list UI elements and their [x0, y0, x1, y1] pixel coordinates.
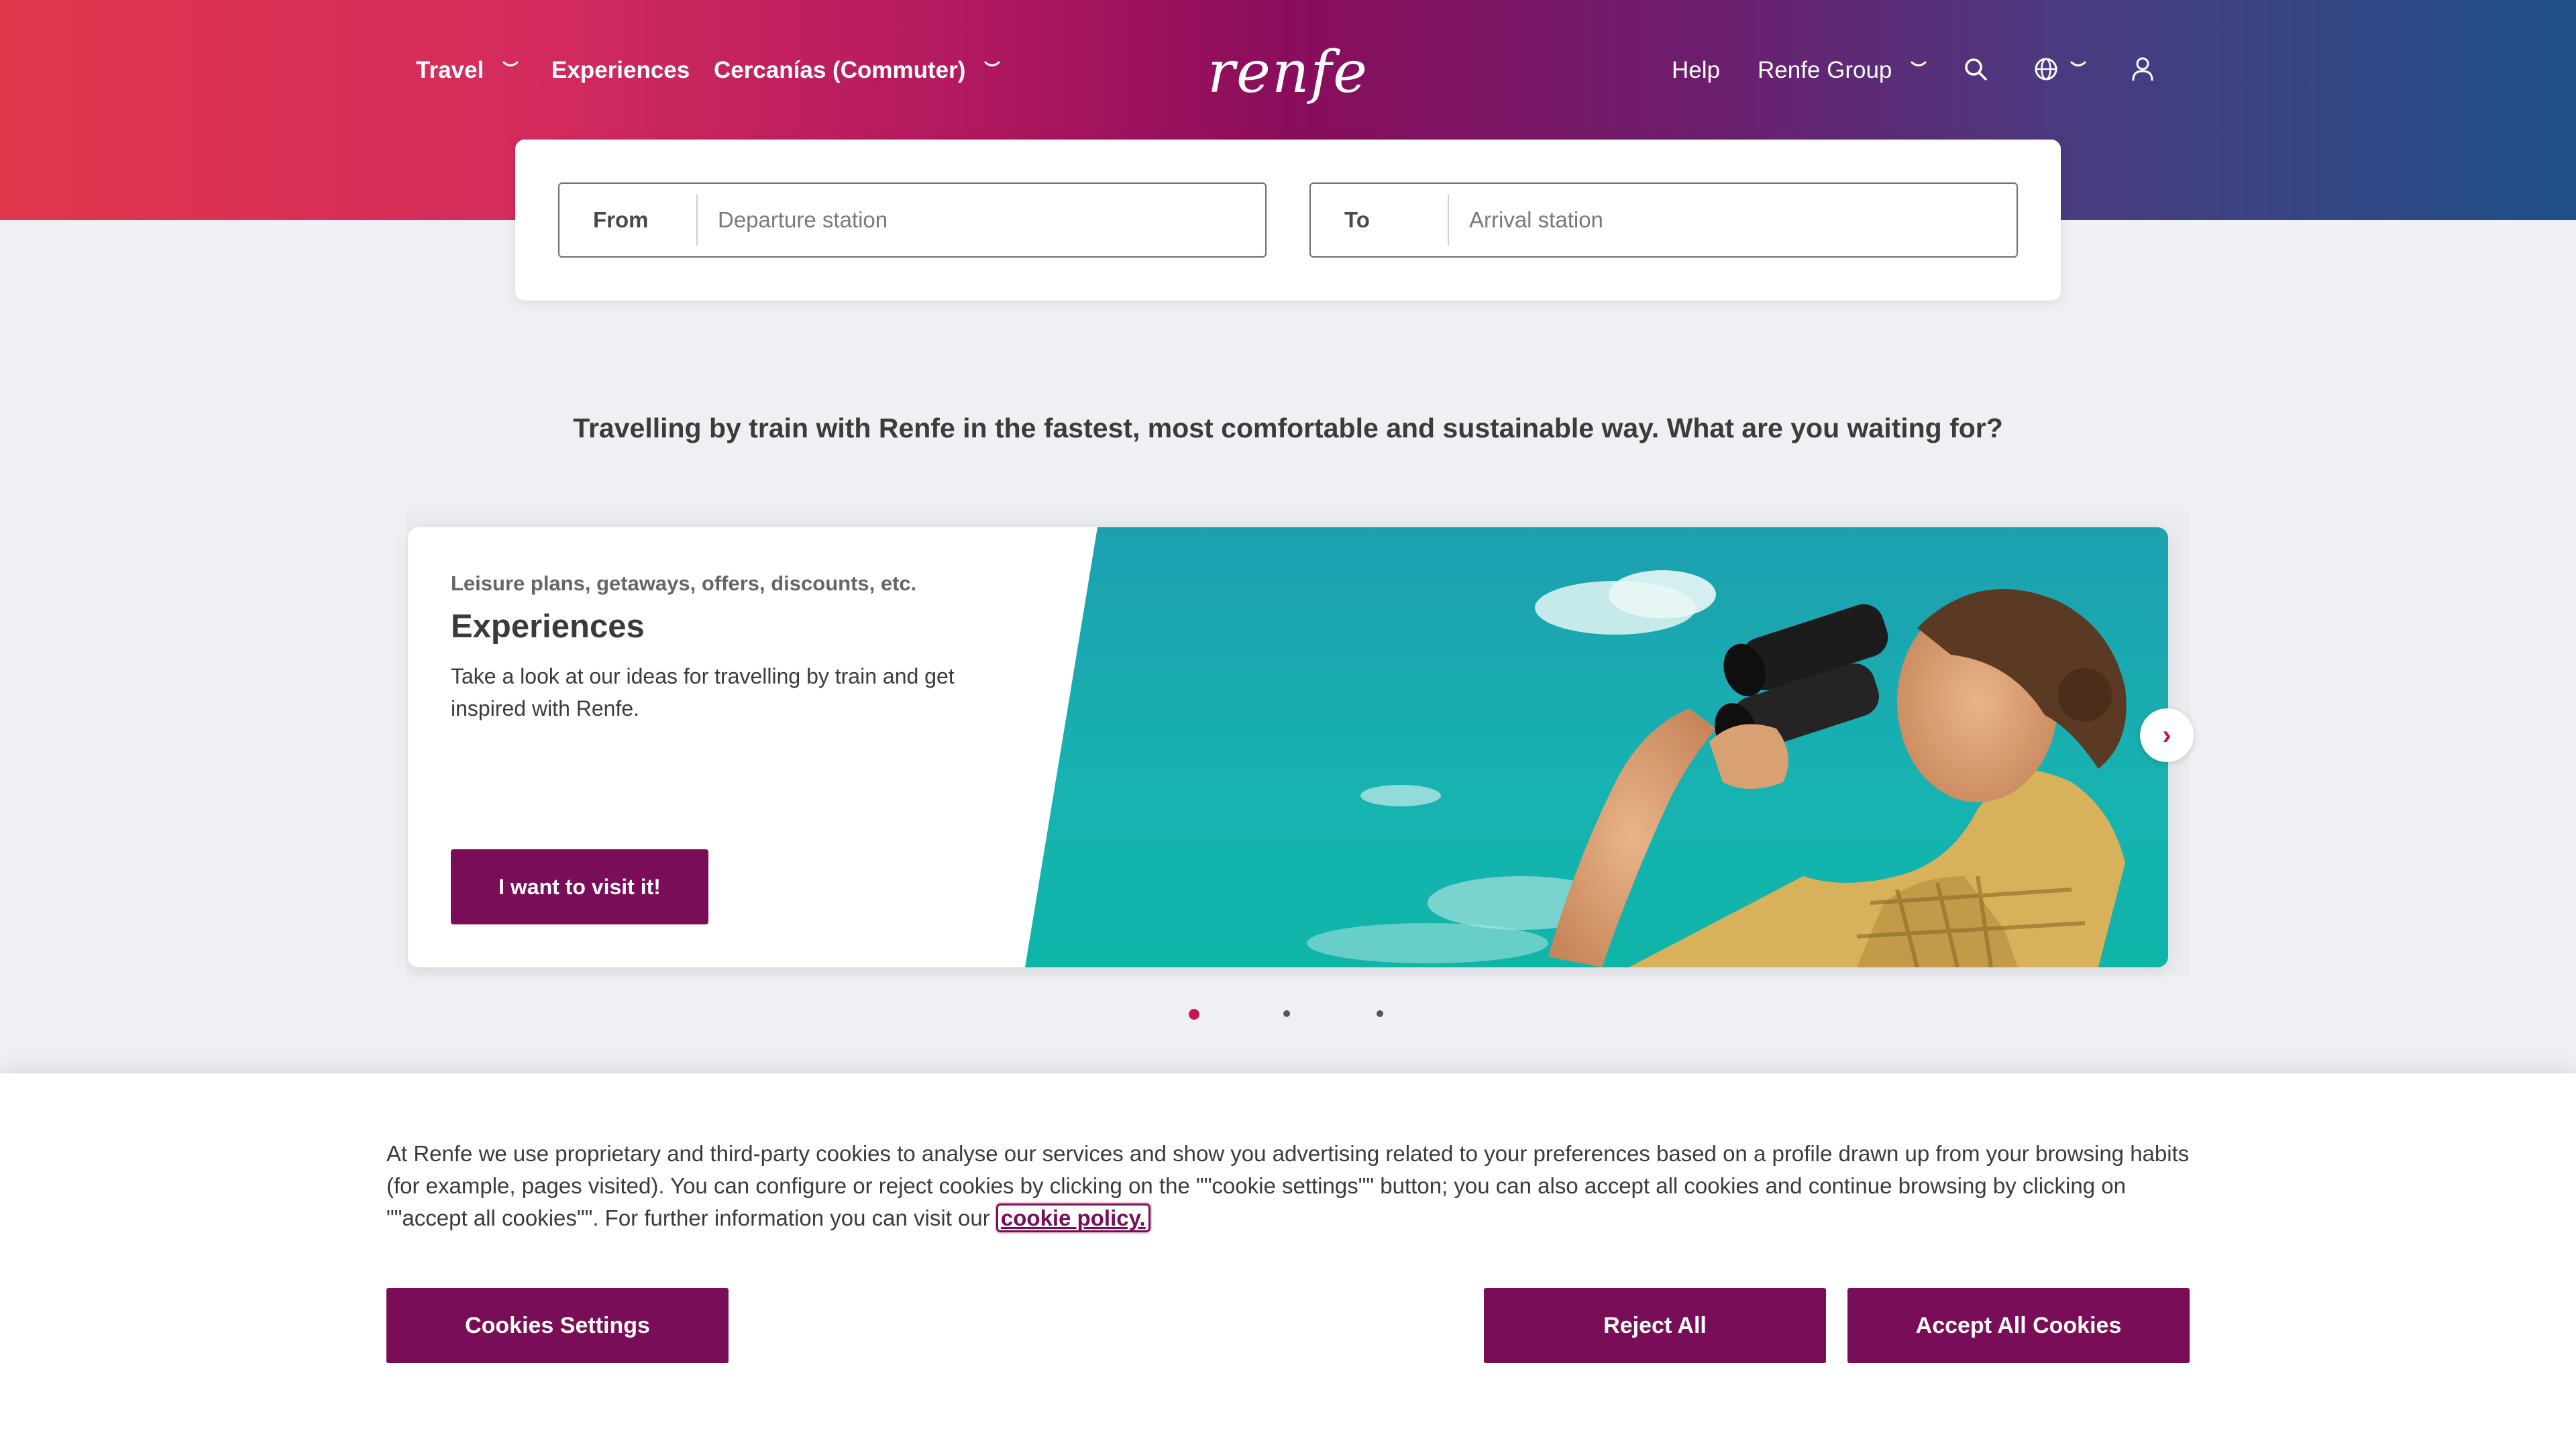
to-field[interactable]: To	[1309, 182, 2018, 258]
from-field[interactable]: From	[558, 182, 1267, 258]
departure-station-input[interactable]	[698, 184, 1265, 256]
carousel-slide-experiences: Leisure plans, getaways, offers, discoun…	[408, 527, 2168, 967]
cookie-consent-banner: At Renfe we use proprietary and third-pa…	[0, 1073, 2576, 1449]
nav-help[interactable]: Help	[1672, 54, 1720, 87]
carousel-dot-2[interactable]	[1283, 1010, 1290, 1017]
to-label: To	[1344, 207, 1370, 232]
cookies-settings-button[interactable]: Cookies Settings	[386, 1288, 729, 1363]
slide-text-block: Leisure plans, getaways, offers, discoun…	[451, 572, 1028, 724]
cookie-notice-text: At Renfe we use proprietary and third-pa…	[386, 1138, 2198, 1234]
carousel-next-button[interactable]: ›	[2140, 708, 2194, 762]
reject-all-button[interactable]: Reject All	[1484, 1288, 1826, 1363]
user-icon	[2131, 56, 2155, 82]
nav-renfe-group-label: Renfe Group	[1758, 57, 1892, 83]
nav-travel-label: Travel	[416, 57, 484, 83]
nav-experiences[interactable]: Experiences	[551, 54, 690, 87]
nav-renfe-group[interactable]: Renfe Group	[1758, 54, 1927, 87]
accept-all-cookies-button[interactable]: Accept All Cookies	[1847, 1288, 2190, 1363]
visit-button[interactable]: I want to visit it!	[451, 849, 708, 924]
slide-image-woman-binoculars	[1025, 527, 2168, 967]
search-button[interactable]	[1963, 52, 1988, 86]
chevron-down-icon	[1911, 60, 1927, 75]
slide-description: Take a look at our ideas for travelling …	[451, 664, 955, 720]
search-icon	[1963, 56, 1988, 82]
chevron-down-icon	[2070, 60, 2086, 75]
nav-travel[interactable]: Travel	[416, 54, 519, 87]
slide-kicker: Leisure plans, getaways, offers, discoun…	[451, 572, 917, 595]
to-label-wrap: To	[1311, 195, 1449, 246]
from-label-wrap: From	[559, 195, 698, 246]
nav-help-label: Help	[1672, 57, 1720, 83]
carousel-dot-1[interactable]	[1189, 1009, 1199, 1020]
slide-title: Experiences	[451, 608, 645, 645]
main-navigation: Travel Experiences Cercanías (Commuter) …	[0, 0, 2576, 141]
chevron-down-icon	[984, 60, 1000, 75]
cookie-policy-link[interactable]: cookie policy.	[994, 1202, 1152, 1234]
carousel-dot-3[interactable]	[1377, 1010, 1383, 1017]
chevron-right-icon: ›	[2162, 720, 2171, 750]
renfe-logo[interactable]: renfe	[1208, 39, 1367, 106]
nav-cercanias-label: Cercanías (Commuter)	[714, 57, 966, 83]
chevron-down-icon	[502, 60, 519, 75]
language-selector[interactable]	[2034, 52, 2086, 86]
cookie-notice-body: At Renfe we use proprietary and third-pa…	[386, 1141, 2190, 1230]
arrival-station-input[interactable]	[1449, 184, 2017, 256]
nav-cercanias[interactable]: Cercanías (Commuter)	[714, 54, 1000, 87]
carousel-pagination	[0, 1006, 2576, 1022]
logo-text: renfe	[1207, 39, 1369, 106]
from-label: From	[593, 207, 649, 232]
nav-experiences-label: Experiences	[551, 57, 690, 83]
page-tagline: Travelling by train with Renfe in the fa…	[573, 413, 2003, 443]
user-account-button[interactable]	[2131, 52, 2155, 86]
globe-icon	[2034, 57, 2058, 81]
search-card: From To	[515, 140, 2061, 301]
